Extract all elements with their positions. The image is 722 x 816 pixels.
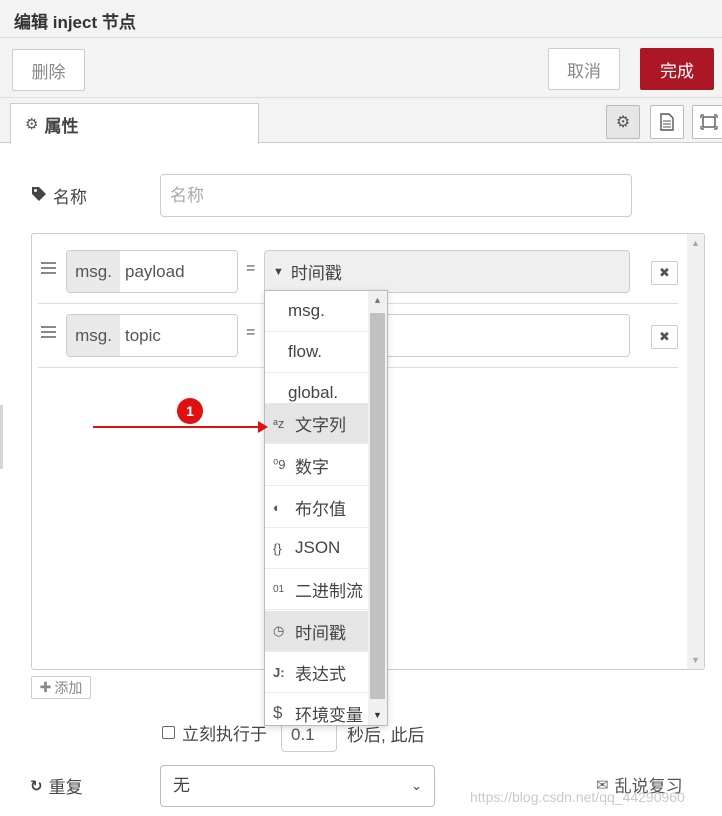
menu-item-flow[interactable]: flow. [265,332,368,373]
scroll-down-icon[interactable]: ▼ [373,710,382,720]
delete-button[interactable]: 删除 [12,49,85,91]
msg-prefix: msg. [67,251,120,292]
menu-item-label: 表达式 [295,664,346,684]
appearance-tab-button[interactable] [692,105,722,139]
scroll-up-icon[interactable]: ▲ [691,238,700,248]
scroll-down-icon[interactable]: ▼ [691,655,700,665]
add-property-label: 添加 [54,679,83,696]
menu-item-label: 环境变量 [295,705,363,725]
frame-icon [700,114,718,130]
scrollbar-thumb[interactable] [370,313,385,699]
menu-item-number[interactable]: ⁰9 数字 [265,445,368,486]
inject-once-option[interactable]: 立刻执行于 [162,720,267,745]
annotation-marker: 1 [177,398,203,424]
name-label: 名称 [31,183,87,208]
property-key: topic [125,326,161,345]
property-type-select[interactable]: ▼ 时间戳 [264,250,630,293]
property-key: payload [125,262,185,281]
type-dropdown-menu: msg. flow. global. ᵃz 文字列 ⁰9 数字 ◐ 布尔值 {}… [264,290,388,726]
menu-item-label: flow. [288,342,323,361]
scroll-up-icon[interactable]: ▲ [373,295,382,305]
repeat-label: ↻ 重复 [30,773,83,798]
repeat-icon: ↻ [30,777,43,795]
chevron-down-icon: ⌄ [411,778,422,793]
menu-item-label: global. [288,383,339,402]
tag-icon [31,186,47,206]
menu-item-string[interactable]: ᵃz 文字列 [265,403,368,444]
menu-item-json[interactable]: {} JSON [265,528,368,569]
binary-type-icon: 01 [273,583,285,595]
done-button[interactable]: 完成 [640,48,714,90]
menu-item-label: msg. [288,301,325,320]
description-tab-button[interactable] [650,105,684,139]
jsonata-icon: J: [273,664,285,680]
annotation-arrow-head [258,421,268,433]
gear-icon: ⚙ [615,114,631,131]
plus-icon: ✚ [39,679,52,695]
add-property-button[interactable]: ✚ 添加 [31,676,91,699]
equals-sign: = [246,324,256,341]
dialog-title: 编辑 inject 节点 [14,13,136,32]
remove-property-button[interactable]: ✖ [651,325,678,349]
caret-down-icon: ▼ [273,265,284,278]
boolean-type-icon: ◐ [273,499,281,515]
repeat-select-value: 无 [173,776,190,795]
gear-icon: ⚙ [25,116,39,133]
inject-once-label: 立刻执行于 [182,725,267,744]
close-icon: ✖ [659,329,670,344]
menu-item-label: 二进制流 [295,581,363,601]
menu-item-boolean[interactable]: ◐ 布尔值 [265,487,368,528]
property-list-scrollbar[interactable]: ▲ ▼ [687,234,704,669]
inject-once-checkbox[interactable] [162,726,175,739]
property-type-label: 时间戳 [290,264,342,283]
name-label-text: 名称 [53,188,87,207]
string-type-icon: ᵃz [273,415,285,431]
menu-item-binary[interactable]: 01 二进制流 [265,569,368,610]
menu-item-env[interactable]: $ 环境变量 [265,693,368,725]
menu-item-label: 时间戳 [295,623,346,643]
annotation-arrow-line [93,426,261,428]
drag-handle-icon[interactable] [41,326,56,341]
repeat-label-text: 重复 [48,778,83,797]
menu-item-timestamp[interactable]: ◷ 时间戳 [265,611,368,652]
equals-sign: = [246,260,256,277]
property-key-field[interactable]: msg. payload [66,250,238,293]
settings-tab-button[interactable]: ⚙ [606,105,640,139]
repeat-select[interactable]: 无 ⌄ [160,765,435,807]
menu-item-label: 文字列 [295,415,346,435]
menu-item-expression[interactable]: J: 表达式 [265,652,368,693]
clock-icon: ◷ [273,623,285,638]
document-icon [660,113,674,131]
dialog-buttonbar: 删除 取消 完成 [0,38,722,98]
menu-item-msg[interactable]: msg. [265,291,368,332]
node-edit-dialog: 编辑 inject 节点 删除 取消 完成 ⚙ 属性 ⚙ 名称 名称 msg. … [0,0,722,816]
menu-item-label: 数字 [295,457,329,477]
watermark-url: https://blog.csdn.net/qq_44290960 [470,789,685,805]
close-icon: ✖ [659,265,670,280]
tab-properties-label: 属性 [44,116,79,136]
menu-item-label: JSON [295,538,341,557]
name-input[interactable]: 名称 [160,174,632,217]
dialog-titlebar: 编辑 inject 节点 [0,0,722,38]
dropdown-scrollbar[interactable]: ▲ ▼ [368,291,387,725]
number-type-icon: ⁰9 [273,457,286,472]
json-type-icon: {} [273,540,282,556]
remove-property-button[interactable]: ✖ [651,261,678,285]
property-key-field[interactable]: msg. topic [66,314,238,357]
menu-item-label: 布尔值 [295,499,346,519]
msg-prefix: msg. [67,315,120,356]
panel-resize-handle[interactable] [0,405,3,469]
tab-properties[interactable]: ⚙ 属性 [10,103,259,144]
dollar-icon: $ [273,703,283,722]
cancel-button[interactable]: 取消 [548,48,620,90]
drag-handle-icon[interactable] [41,262,56,277]
